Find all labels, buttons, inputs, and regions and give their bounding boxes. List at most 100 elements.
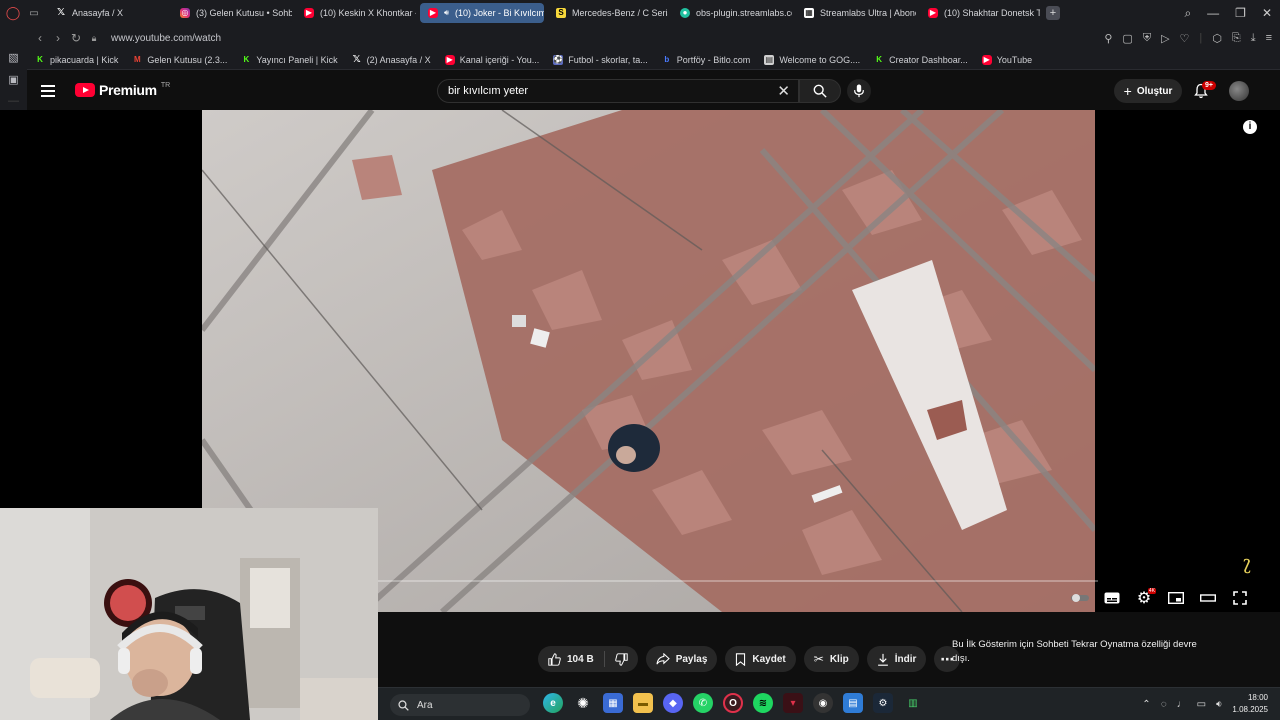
save-button[interactable]: Kaydet bbox=[725, 646, 796, 672]
account-avatar[interactable] bbox=[1229, 81, 1249, 101]
snapshot-icon[interactable]: ▢ bbox=[1122, 32, 1132, 45]
search-button[interactable] bbox=[799, 79, 841, 103]
shield-icon[interactable]: ⛨ bbox=[1143, 32, 1151, 45]
chevron-up-icon[interactable]: ⌃ bbox=[1142, 699, 1150, 710]
search-tabs-icon[interactable]: ⌕ bbox=[1184, 6, 1191, 21]
bookmark-5[interactable]: ⚽ Futbol - skorlar, ta... bbox=[553, 54, 648, 65]
back-icon[interactable]: ‹ bbox=[31, 31, 49, 45]
extensions-icon[interactable]: ⬡ bbox=[1212, 32, 1222, 45]
video-popout-icon[interactable]: ▷ bbox=[1161, 32, 1169, 45]
tab-4[interactable]: S Mercedes-Benz / C Serisi bbox=[548, 3, 668, 23]
tab-1[interactable]: ◎ (3) Gelen Kutusu • Sohbe bbox=[172, 3, 292, 23]
obs-icon[interactable]: ◉ bbox=[813, 693, 833, 713]
youtube-header: Premium TR ✕ + Oluştur 9+ bbox=[27, 71, 1280, 111]
obs-favicon-icon: ● bbox=[680, 8, 690, 18]
subtitles-icon[interactable] bbox=[1102, 588, 1122, 608]
network-icon[interactable]: ▭ bbox=[1197, 699, 1206, 710]
speaker-icon[interactable]: 🔊︎ bbox=[444, 8, 449, 18]
bookmark-7[interactable]: ▤ Welcome to GOG.... bbox=[764, 54, 860, 65]
edge-icon[interactable]: e bbox=[543, 693, 563, 713]
search-input[interactable] bbox=[448, 85, 748, 97]
microphone-icon[interactable]: ♩ bbox=[1177, 699, 1187, 710]
new-tab-button[interactable]: + bbox=[1046, 6, 1060, 20]
aria-icon[interactable]: ▧ bbox=[0, 46, 27, 68]
download-icon[interactable]: ⤓ bbox=[1251, 32, 1256, 45]
pin-icon[interactable]: ⚲ bbox=[1104, 32, 1112, 45]
whatsapp-icon[interactable]: ✆ bbox=[693, 693, 713, 713]
bookmark-9[interactable]: ▶ YouTube bbox=[981, 54, 1032, 65]
tab-label: (10) Shakhtar Donetsk Tes bbox=[944, 8, 1040, 18]
bookmark-8[interactable]: K Creator Dashboar... bbox=[874, 55, 967, 65]
bookmark-6[interactable]: b Portföy - Bitlo.com bbox=[662, 55, 750, 65]
share-button[interactable]: Paylaş bbox=[645, 646, 718, 672]
tab-0[interactable]: 𝕏 Anasayfa / X bbox=[48, 3, 168, 23]
channel-watermark-icon[interactable]: ʅ bbox=[1242, 550, 1252, 574]
forward-icon[interactable]: › bbox=[49, 31, 67, 45]
yt-favicon-icon: ▶ bbox=[304, 8, 314, 18]
menu-icon[interactable]: ≡ bbox=[1266, 32, 1272, 44]
plus-icon: + bbox=[1123, 83, 1132, 99]
youtube-logo-icon bbox=[75, 83, 95, 97]
miniplayer-icon[interactable] bbox=[1166, 588, 1186, 608]
clear-search-icon[interactable]: ✕ bbox=[777, 82, 790, 100]
kick-favicon-icon: K bbox=[37, 54, 43, 64]
search-icon bbox=[398, 699, 409, 711]
bookmark-label: pikacuarda | Kick bbox=[50, 54, 119, 65]
close-icon[interactable]: ✕ bbox=[1262, 6, 1272, 20]
progress-bar[interactable] bbox=[378, 580, 1098, 582]
easy-setup-icon[interactable]: ⎘ bbox=[1232, 32, 1241, 45]
info-icon[interactable]: i bbox=[1243, 120, 1257, 134]
bookmark-0[interactable]: Kpikacuarda | Kick bbox=[35, 55, 118, 65]
tab-label: (3) Gelen Kutusu • Sohbe bbox=[196, 8, 292, 18]
dislike-button[interactable] bbox=[605, 646, 638, 672]
fb-favicon-icon: ⚽ bbox=[553, 54, 564, 65]
terminal-icon[interactable]: ▤ bbox=[843, 693, 863, 713]
clock[interactable]: 18:00 1.08.2025 bbox=[1232, 692, 1268, 716]
messenger-icon[interactable]: ▣ bbox=[0, 68, 27, 90]
taskbar-search[interactable]: Ara bbox=[390, 694, 530, 716]
like-button[interactable]: 104 B bbox=[538, 646, 604, 672]
reload-icon[interactable]: ↻ bbox=[67, 31, 85, 45]
bookmark-4[interactable]: ▶ Kanal içeriği - You... bbox=[444, 54, 539, 65]
bookmark-3[interactable]: 𝕏 (2) Anasayfa / X bbox=[352, 54, 431, 65]
settings-gear-icon[interactable]: ⚙ 4K bbox=[1134, 588, 1156, 608]
create-button[interactable]: + Oluştur bbox=[1114, 79, 1182, 103]
yt-favicon-icon: ▶ bbox=[444, 54, 455, 65]
sync-icon[interactable]: ◌ bbox=[1161, 699, 1167, 710]
app-icon[interactable]: ▾ bbox=[783, 693, 803, 713]
restore-icon[interactable]: ❐ bbox=[1235, 6, 1246, 20]
store-icon[interactable]: ▦ bbox=[603, 693, 623, 713]
spotify-icon[interactable]: ≋ bbox=[753, 693, 773, 713]
ig-favicon-icon: ◎ bbox=[180, 8, 190, 18]
autoplay-toggle-icon[interactable] bbox=[1070, 588, 1090, 608]
bookmark-1[interactable]: M Gelen Kutusu (2.3... bbox=[132, 55, 227, 65]
tab-5[interactable]: ● obs-plugin.streamlabs.co bbox=[672, 3, 792, 23]
discord-icon[interactable]: ◆ bbox=[663, 693, 683, 713]
bookmark-2[interactable]: K Yayıncı Paneli | Kick bbox=[241, 55, 338, 65]
download-button[interactable]: İndir bbox=[866, 646, 927, 672]
file-explorer-icon[interactable]: ▬ bbox=[633, 693, 653, 713]
voice-search-button[interactable] bbox=[847, 79, 871, 103]
notification-count-badge: 9+ bbox=[1202, 81, 1216, 90]
youtube-premium-logo[interactable]: Premium TR bbox=[75, 82, 170, 98]
heart-icon[interactable]: ♡ bbox=[1180, 32, 1190, 45]
url-text[interactable]: www.youtube.com/watch bbox=[111, 33, 221, 44]
tab-2[interactable]: ▶ (10) Keskin X Khontkar - ( bbox=[296, 3, 416, 23]
fullscreen-icon[interactable] bbox=[1230, 588, 1250, 608]
opera-icon[interactable]: O bbox=[723, 693, 743, 713]
workspaces-icon[interactable]: ▭ bbox=[26, 5, 42, 21]
steam-icon[interactable]: ⚙ bbox=[873, 693, 893, 713]
opera-logo-icon[interactable]: ◯ bbox=[0, 0, 26, 26]
clip-button[interactable]: ✂ Klip bbox=[803, 646, 859, 672]
volume-icon[interactable]: 🔉︎ bbox=[1216, 699, 1222, 710]
tab-6[interactable]: ▦ Streamlabs Ultra | Abone bbox=[796, 3, 916, 23]
like-dislike-group: 104 B bbox=[538, 646, 638, 672]
theater-mode-icon[interactable] bbox=[1198, 588, 1218, 608]
tab-3[interactable]: ▶ 🔊︎ (10) Joker - Bi Kıvılcım bbox=[420, 3, 544, 23]
hamburger-menu-icon[interactable] bbox=[41, 82, 59, 100]
minimize-icon[interactable]: — bbox=[1207, 6, 1219, 20]
tab-7[interactable]: ▶ (10) Shakhtar Donetsk Tes bbox=[920, 3, 1040, 23]
hardware-monitor-icon[interactable]: ▥ bbox=[903, 693, 923, 713]
divider: — bbox=[8, 95, 19, 107]
chatgpt-icon[interactable]: ✺ bbox=[573, 693, 593, 713]
